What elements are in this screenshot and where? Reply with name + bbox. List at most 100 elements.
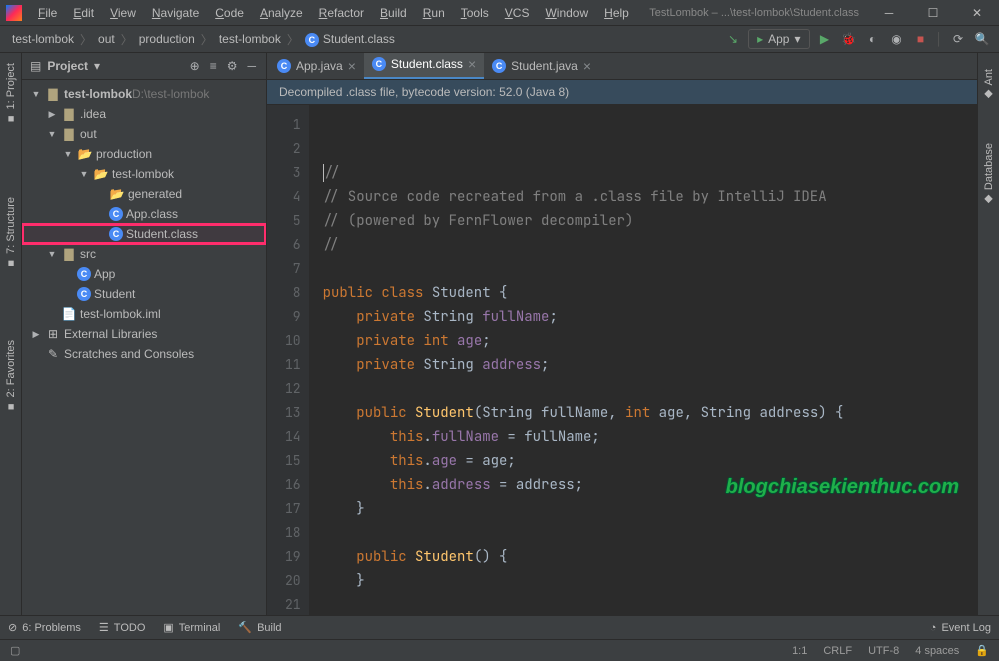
minimize-button[interactable]: ─ <box>867 0 911 26</box>
line-gutter[interactable]: 123456789101112131415161718192021 <box>267 105 309 615</box>
stop-button[interactable]: ■ <box>912 30 930 48</box>
tree-twisty-icon[interactable]: ▼ <box>62 149 74 159</box>
menu-run[interactable]: Run <box>417 3 451 23</box>
tree-twisty-icon[interactable]: ▶ <box>46 109 58 120</box>
coverage-button[interactable]: ◐ <box>864 30 882 48</box>
line-separator[interactable]: CRLF <box>823 645 852 657</box>
menu-edit[interactable]: Edit <box>67 3 100 23</box>
tree-node-external-libraries[interactable]: ▶⊞External Libraries <box>22 324 266 344</box>
project-tree[interactable]: ▼▇test-lombok D:\test-lombok▶▇.idea▼▇out… <box>22 80 266 368</box>
breadcrumb-item[interactable]: test-lombok <box>215 30 285 48</box>
maximize-button[interactable]: ☐ <box>911 0 955 26</box>
tool-tab----favorites[interactable]: ■ 2: Favorites <box>4 334 18 419</box>
code-line[interactable]: } <box>323 497 977 521</box>
code-line[interactable]: private String fullName; <box>323 305 977 329</box>
code-line[interactable]: private int age; <box>323 329 977 353</box>
menu-view[interactable]: View <box>104 3 142 23</box>
breadcrumb-item[interactable]: CStudent.class <box>301 30 399 49</box>
tree-node-src[interactable]: ▼▇src <box>22 244 266 264</box>
code-line[interactable]: this.age = age; <box>323 449 977 473</box>
profile-button[interactable]: ◉ <box>888 30 906 48</box>
code-line[interactable]: // Source code recreated from a .class f… <box>323 185 977 209</box>
tree-twisty-icon[interactable]: ▼ <box>46 249 58 259</box>
tree-node-test-lombok-iml[interactable]: 📄test-lombok.iml <box>22 304 266 324</box>
editor-tab-student-class[interactable]: CStudent.class× <box>364 53 484 79</box>
code-editor[interactable]: //// Source code recreated from a .class… <box>309 105 977 615</box>
close-tab-icon[interactable]: × <box>468 56 476 72</box>
code-line[interactable]: // <box>323 161 977 185</box>
tool-tab-ant[interactable]: ◆ Ant <box>981 63 996 107</box>
hide-panel-icon[interactable]: ─ <box>245 59 258 73</box>
tree-node-student-class[interactable]: CStudent.class <box>22 224 266 244</box>
tree-node-app-class[interactable]: CApp.class <box>22 204 266 224</box>
menu-vcs[interactable]: VCS <box>499 3 536 23</box>
code-line[interactable]: this.fullName = fullName; <box>323 425 977 449</box>
tree-node-app[interactable]: CApp <box>22 264 266 284</box>
tree-twisty-icon[interactable]: ▼ <box>30 89 42 99</box>
code-line[interactable]: private String address; <box>323 353 977 377</box>
close-button[interactable]: ✕ <box>955 0 999 26</box>
breadcrumb-item[interactable]: test-lombok <box>8 30 78 48</box>
code-line[interactable] <box>323 521 977 545</box>
run-config-selector[interactable]: ▸ App ▾ <box>748 29 809 49</box>
hammer-icon[interactable]: ↘ <box>724 30 742 48</box>
code-line[interactable]: public class Student { <box>323 281 977 305</box>
tree-twisty-icon[interactable]: ▶ <box>30 329 42 340</box>
tree-node-out[interactable]: ▼▇out <box>22 124 266 144</box>
menu-window[interactable]: Window <box>539 3 594 23</box>
tree-node-production[interactable]: ▼📂production <box>22 144 266 164</box>
tool-tab----project[interactable]: ■ 1: Project <box>4 57 18 131</box>
editor-tab-student-java[interactable]: CStudent.java× <box>484 53 599 79</box>
tree-node-generated[interactable]: 📂generated <box>22 184 266 204</box>
update-project-button[interactable]: ⟳ <box>949 30 967 48</box>
breadcrumb-item[interactable]: out <box>94 30 119 48</box>
tree-node--idea[interactable]: ▶▇.idea <box>22 104 266 124</box>
caret-position[interactable]: 1:1 <box>792 645 807 657</box>
tree-twisty-icon[interactable]: ▼ <box>46 129 58 139</box>
menu-code[interactable]: Code <box>209 3 250 23</box>
tool-windows-button[interactable]: ▢ <box>10 644 20 657</box>
menu-navigate[interactable]: Navigate <box>146 3 205 23</box>
tree-node-student[interactable]: CStudent <box>22 284 266 304</box>
bottom-tab-todo[interactable]: ☰TODO <box>99 621 145 634</box>
code-line[interactable]: public Student(String fullName, int age,… <box>323 401 977 425</box>
tree-node-test-lombok[interactable]: ▼📂test-lombok <box>22 164 266 184</box>
menu-analyze[interactable]: Analyze <box>254 3 309 23</box>
event-log-button[interactable]: ◔ Event Log <box>930 622 991 634</box>
tree-node-test-lombok[interactable]: ▼▇test-lombok D:\test-lombok <box>22 84 266 104</box>
editor-tab-app-java[interactable]: CApp.java× <box>269 53 364 79</box>
code-line[interactable] <box>323 377 977 401</box>
indent-config[interactable]: 4 spaces <box>915 645 959 657</box>
menu-build[interactable]: Build <box>374 3 413 23</box>
code-line[interactable]: public Student() { <box>323 545 977 569</box>
tool-tab----structure[interactable]: ■ 7: Structure <box>4 191 18 275</box>
readonly-lock-icon[interactable]: 🔒 <box>975 644 989 657</box>
code-line[interactable]: // (powered by FernFlower decompiler) <box>323 209 977 233</box>
close-tab-icon[interactable]: × <box>583 58 591 74</box>
breadcrumb-item[interactable]: production <box>135 30 199 48</box>
chevron-down-icon[interactable]: ▾ <box>94 59 100 73</box>
tool-tab-database[interactable]: ◆ Database <box>981 137 996 212</box>
code-line[interactable]: } <box>323 569 977 593</box>
menu-refactor[interactable]: Refactor <box>313 3 370 23</box>
expand-all-icon[interactable]: ≡ <box>208 59 219 73</box>
tree-twisty-icon[interactable]: ▼ <box>78 169 90 179</box>
bottom-tab-build[interactable]: 🔨Build <box>238 621 281 634</box>
menu-help[interactable]: Help <box>598 3 635 23</box>
file-encoding[interactable]: UTF-8 <box>868 645 899 657</box>
gear-icon[interactable]: ⚙ <box>225 59 240 73</box>
tree-node-scratches-and-consoles[interactable]: ✎Scratches and Consoles <box>22 344 266 364</box>
run-button[interactable]: ▶ <box>816 30 834 48</box>
close-tab-icon[interactable]: × <box>348 58 356 74</box>
code-line[interactable] <box>323 257 977 281</box>
code-line[interactable] <box>323 593 977 615</box>
debug-button[interactable]: 🐞 <box>840 30 858 48</box>
code-line[interactable]: // <box>323 233 977 257</box>
menu-file[interactable]: File <box>32 3 63 23</box>
bottom-tab-terminal[interactable]: ▣Terminal <box>163 621 220 634</box>
left-tool-gutter: ■ 1: Project ■ 7: Structure ■ 2: Favorites <box>0 53 22 615</box>
bottom-tab-problems[interactable]: ⊘6: Problems <box>8 621 81 634</box>
menu-tools[interactable]: Tools <box>455 3 495 23</box>
search-everywhere-button[interactable]: 🔍 <box>973 30 991 48</box>
select-opened-file-icon[interactable]: ⊕ <box>188 59 202 73</box>
